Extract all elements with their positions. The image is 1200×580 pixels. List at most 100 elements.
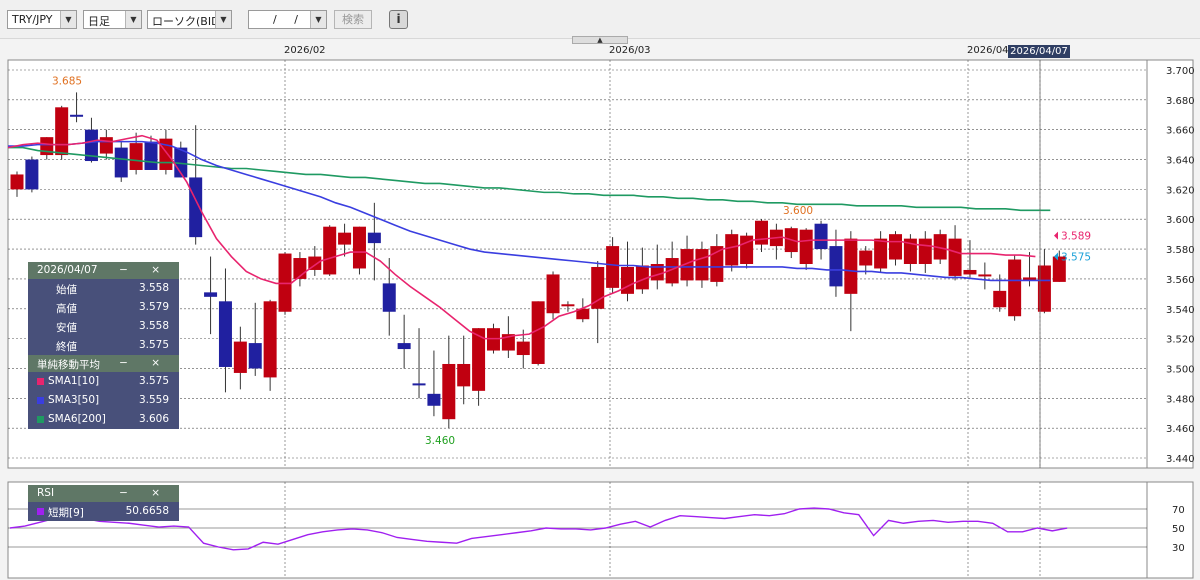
candle-body <box>427 393 441 406</box>
sma-label: SMA6[200] <box>48 413 106 425</box>
candle-body <box>70 114 84 117</box>
legend-swatch-icon <box>37 397 44 404</box>
candle-body <box>546 274 560 314</box>
ohlc-panel-title: 2026/04/07 <box>37 264 98 276</box>
rsi-label: 短期[9] <box>48 507 84 519</box>
y-tick-label: 3.460 <box>1166 424 1195 435</box>
candle-body <box>55 107 69 156</box>
candle-body <box>338 232 352 245</box>
candle-body <box>993 290 1007 308</box>
price-tag-label: 3.589 <box>1061 231 1091 243</box>
candle-body <box>442 363 456 420</box>
candle-body <box>844 238 858 294</box>
candle-body <box>367 232 381 244</box>
y-tick-label: 3.540 <box>1166 305 1195 316</box>
candle-body <box>457 363 471 387</box>
candle-body <box>889 234 903 260</box>
rsi-tick-label: 30 <box>1172 543 1185 554</box>
candlestick-chart[interactable]: 3.700 3.680 3.660 3.640 3.620 3.600 3.580 3.560… <box>0 0 1200 580</box>
candle-body <box>606 246 620 288</box>
y-tick-label: 3.500 <box>1166 364 1195 375</box>
y-tick-label: 3.440 <box>1166 454 1195 465</box>
candle-body <box>755 220 768 245</box>
y-tick-label: 3.640 <box>1166 156 1195 167</box>
ohlc-row-high: 高値 3.579 <box>28 298 179 317</box>
panel-controls-icon[interactable]: − × <box>119 357 170 369</box>
candle-body <box>129 143 143 170</box>
candle-body <box>620 266 634 294</box>
extreme-value-label: 3.600 <box>783 205 813 217</box>
y-tick-label: 3.560 <box>1166 275 1195 286</box>
ohlc-label: 終値 <box>56 341 77 353</box>
ohlc-row-open: 始値 3.558 <box>28 279 179 298</box>
candle-body <box>829 246 843 287</box>
ohlc-value: 3.575 <box>138 339 169 351</box>
panel-controls-icon[interactable]: − × <box>119 487 170 499</box>
candle-body <box>948 238 962 276</box>
candle-body <box>397 343 411 350</box>
y-tick-label: 3.660 <box>1166 126 1195 137</box>
y-tick-label: 3.580 <box>1166 245 1195 256</box>
y-tick-label: 3.620 <box>1166 185 1195 196</box>
ohlc-panel-header: 2026/04/07 − × <box>28 262 179 279</box>
candle-body <box>412 383 426 386</box>
candle-body <box>874 238 888 269</box>
legend-swatch-icon <box>37 416 44 423</box>
legend-swatch-icon <box>37 378 44 385</box>
extreme-value-label: 3.460 <box>425 435 455 447</box>
y-tick-label: 3.700 <box>1166 66 1195 77</box>
y-tick-label: 3.600 <box>1166 215 1195 226</box>
candle-body <box>233 341 247 373</box>
ohlc-value: 3.558 <box>138 282 169 294</box>
ohlc-row-close: 終値 3.575 <box>28 336 179 355</box>
sma-label: SMA1[10] <box>48 375 100 387</box>
candle-body <box>248 343 262 369</box>
candle-body <box>352 226 366 269</box>
candle-body <box>10 174 24 190</box>
candle-body <box>204 292 218 297</box>
extreme-value-label: 3.685 <box>52 75 82 87</box>
sma-row-50: SMA3[50] 3.559 <box>28 391 179 410</box>
sma-row-200: SMA6[200] 3.606 <box>28 410 179 429</box>
candle-body <box>814 223 828 250</box>
sma-row-10: SMA1[10] 3.575 <box>28 372 179 391</box>
candle-body <box>382 283 396 312</box>
sma-panel-header: 単純移動平均 − × <box>28 355 179 372</box>
candle-body <box>25 159 39 190</box>
candle-body <box>1008 259 1022 317</box>
candle-body <box>978 274 992 277</box>
candle-body <box>323 226 337 275</box>
rsi-panel-title: RSI <box>37 487 55 499</box>
rsi-row: 短期[9] 50.6658 <box>28 502 179 521</box>
ohlc-row-low: 安値 3.558 <box>28 317 179 336</box>
rsi-tick-label: 70 <box>1172 505 1185 516</box>
sma-value: 3.559 <box>138 394 169 406</box>
ohlc-info-panel[interactable]: 2026/04/07 − × 始値 3.558 高値 3.579 安値 3.55… <box>28 262 179 429</box>
ohlc-value: 3.579 <box>138 301 169 313</box>
ohlc-label: 高値 <box>56 303 77 315</box>
y-tick-label: 3.480 <box>1166 394 1195 405</box>
candle-body <box>561 304 575 307</box>
candle-body <box>918 238 932 264</box>
candle-body <box>516 341 530 356</box>
candle-body <box>218 301 232 367</box>
sma-value: 3.575 <box>138 375 169 387</box>
candle-body <box>695 249 709 281</box>
candle-body <box>263 301 277 378</box>
panel-controls-icon[interactable]: − × <box>119 264 170 276</box>
candle-body <box>114 147 128 178</box>
sma-label: SMA3[50] <box>48 394 100 406</box>
rsi-tick-label: 50 <box>1172 524 1185 535</box>
sma-value: 3.606 <box>138 413 169 425</box>
candle-body <box>799 229 813 264</box>
rsi-panel-header: RSI − × <box>28 485 179 502</box>
y-tick-label: 3.680 <box>1166 96 1195 107</box>
ohlc-value: 3.558 <box>138 320 169 332</box>
candle-body <box>963 269 977 275</box>
rsi-value: 50.6658 <box>125 505 169 517</box>
ohlc-label: 始値 <box>56 284 77 296</box>
candle-body <box>144 141 158 170</box>
rsi-info-panel[interactable]: RSI − × 短期[9] 50.6658 <box>28 485 179 521</box>
legend-swatch-icon <box>37 508 44 515</box>
price-tag-label: 3.575 <box>1061 252 1091 264</box>
